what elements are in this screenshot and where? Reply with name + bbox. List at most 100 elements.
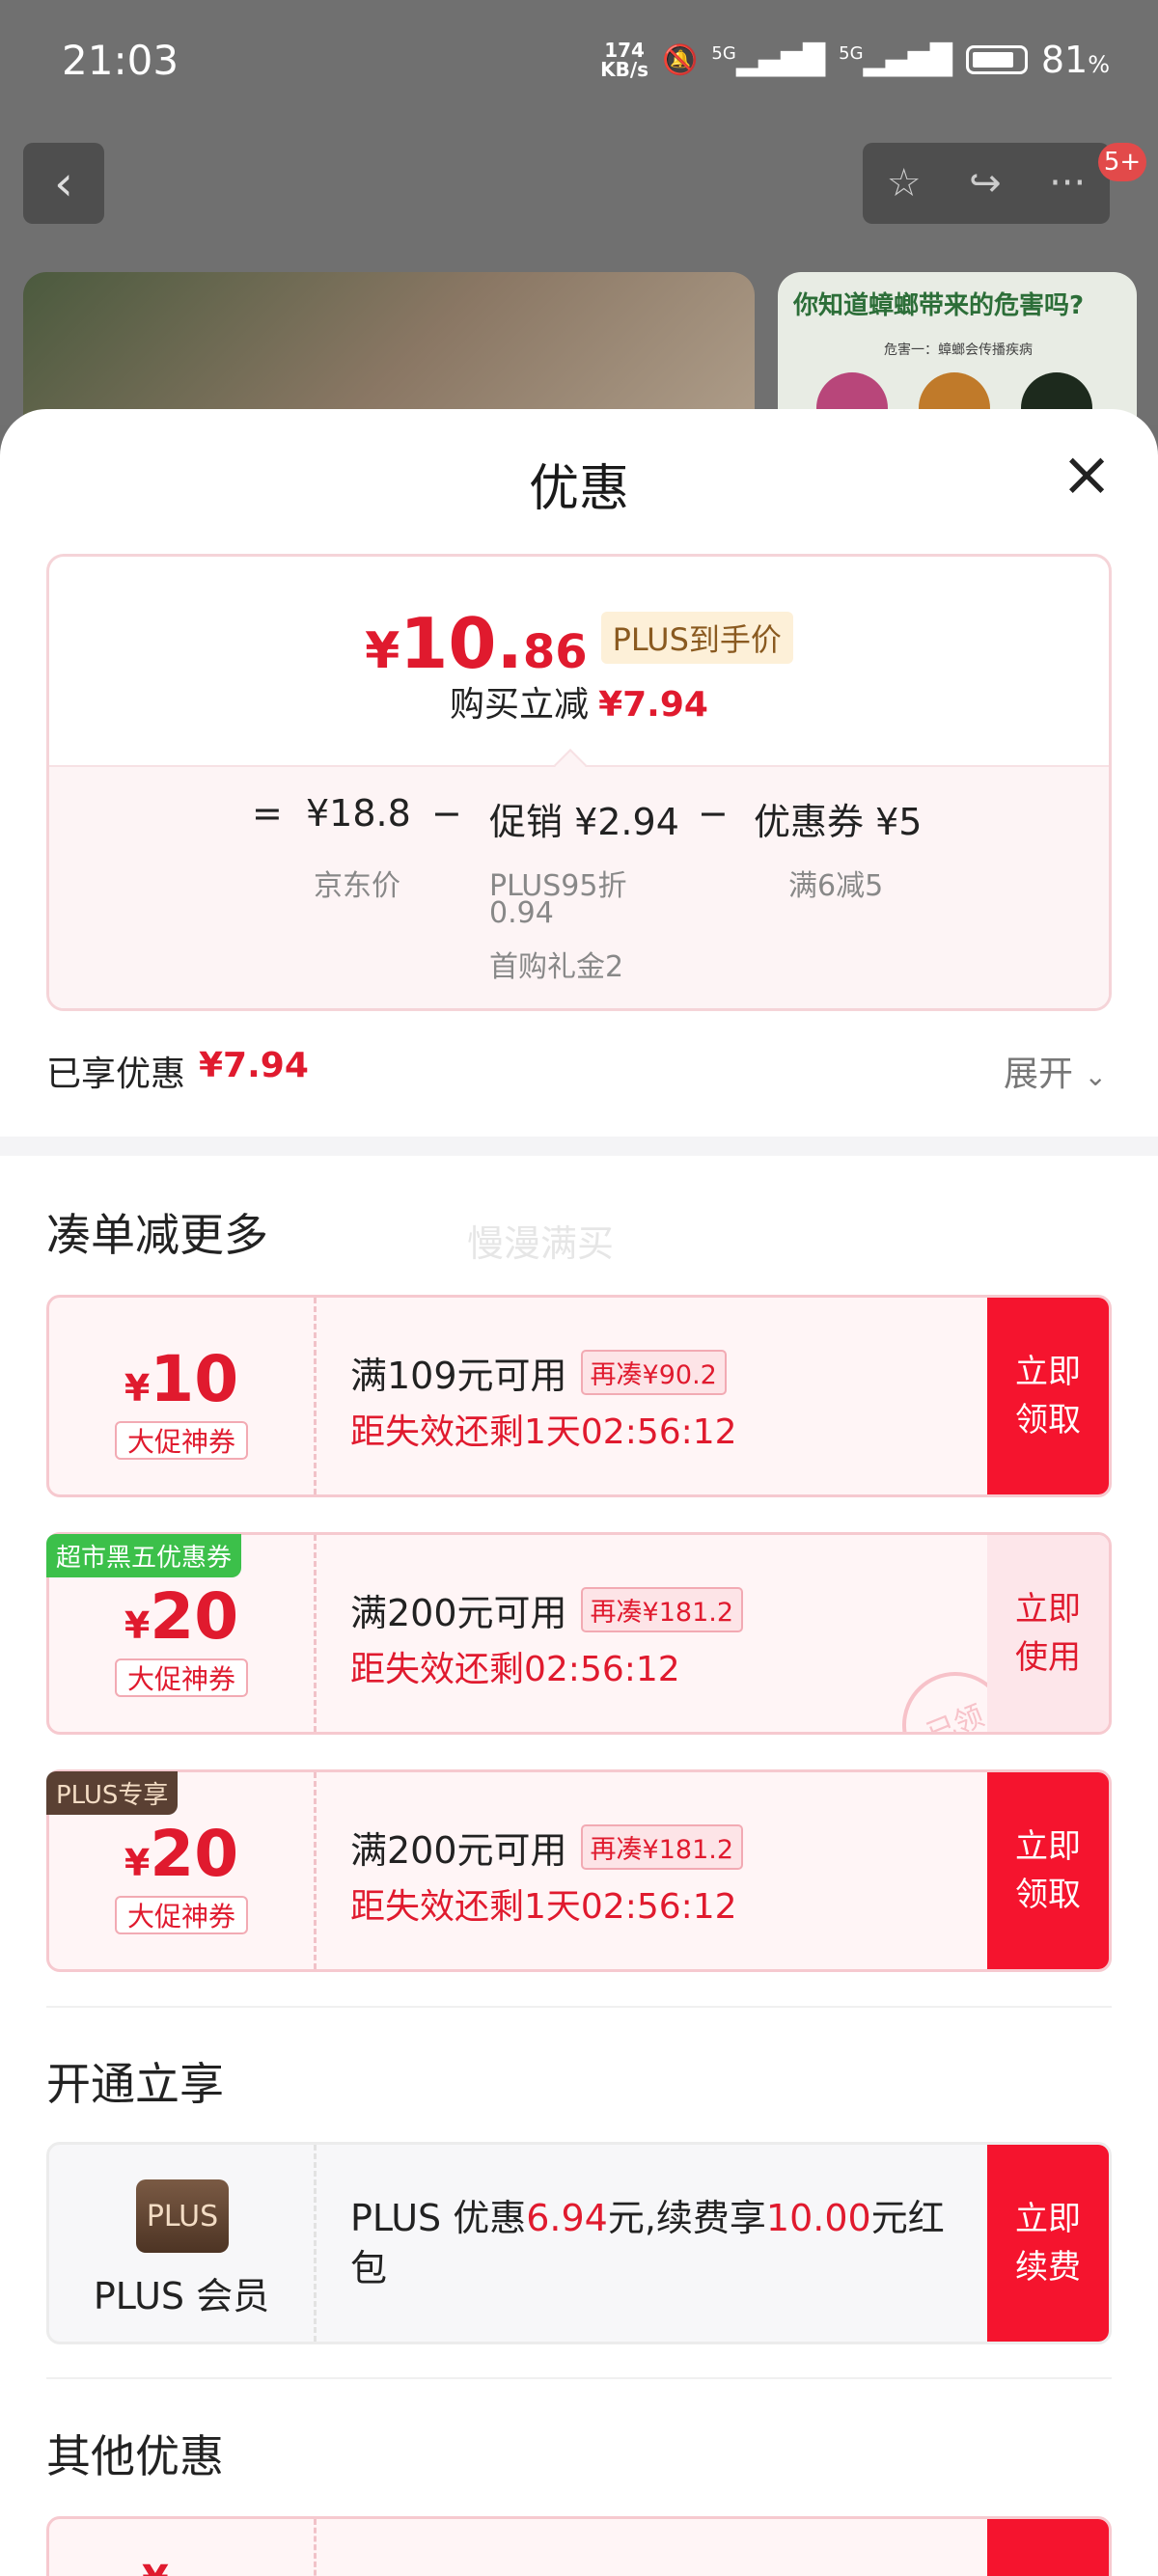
promo-subtitle: 危害一：蟑螂会传播疾病 (884, 343, 1033, 358)
plus-exclusive-tag: PLUS专享 (46, 1771, 179, 1815)
button-line-2: 领取 (1015, 1876, 1081, 1914)
signal-label-1: 5G (711, 42, 736, 64)
claim-coupon-button[interactable]: 立即 领取 (987, 1772, 1109, 1969)
close-icon: × (1061, 439, 1113, 510)
net-speed-value: 174 (604, 39, 645, 62)
coupon-condition: 满200元可用 再凑¥181.2 (350, 1821, 744, 1874)
claim-coupon-button[interactable]: 立即 领取 (987, 1298, 1109, 1494)
battery-value: 81 (1040, 39, 1089, 81)
button-line-1: 立即 (1015, 1827, 1081, 1866)
coupon-condition: 满109元可用 再凑¥90.2 (350, 1346, 727, 1399)
coupon-currency: ¥ (124, 1842, 151, 1884)
price-summary: ¥ 10. 86 PLUS到手价 购买立减 ¥7.94 = ¥18.8 京东价 −… (46, 554, 1112, 1011)
other-coupon-button[interactable] (987, 2519, 1109, 2576)
coupon-need-badge: 再凑¥90.2 (580, 1350, 727, 1395)
expand-toggle[interactable]: 展开 ⌄ (1004, 1046, 1107, 1096)
section-divider (0, 1137, 1158, 1156)
promo-amount: 促销 ¥2.94 (489, 801, 679, 843)
coupon-perforation (314, 1535, 317, 1732)
renew-plus-button[interactable]: 立即 续费 (987, 2145, 1109, 2342)
jd-price: ¥18.8 (306, 792, 411, 835)
divider-line (46, 2377, 1112, 2379)
battery-icon (965, 45, 1028, 74)
coupon-amount-value: ¥20 (49, 1817, 314, 1891)
reduce-label: 购买立减 (450, 685, 590, 725)
star-icon[interactable]: ☆ (887, 161, 922, 206)
reduce-value: ¥7.94 (598, 685, 708, 725)
coupon-amount-value: ¥10 (49, 1342, 314, 1416)
coupon-currency: ¥ (124, 1604, 151, 1647)
coupon-amount-value: ¥20 (49, 1579, 314, 1654)
signal-label-2: 5G (839, 42, 864, 64)
status-icons: 174 KB/s 🔕 5G▂▄▆█ 5G▂▄▆█ 81% (600, 39, 1110, 81)
use-coupon-button[interactable]: 立即 使用 (987, 1535, 1109, 1732)
discount-sheet: 优惠 × ¥ 10. 86 PLUS到手价 购买立减 ¥7.94 = ¥18.8 … (0, 409, 1158, 2576)
coupon-perforation (314, 2519, 317, 2576)
coupon-timer: 距失效还剩1天02:56:12 (350, 1887, 737, 1927)
plus-logo: PLUS (136, 2179, 229, 2253)
signal-5g-icon-2: 5G▂▄▆█ (839, 42, 952, 77)
enjoyed-value: ¥7.94 (199, 1046, 309, 1085)
supermarket-coupon-tag: 超市黑五优惠券 (46, 1534, 242, 1577)
coupon-type-tag: 大促神券 (115, 1421, 248, 1460)
promo-detail-2: 首购礼金2 (489, 950, 624, 984)
other-coupon-card: ¥ (46, 2516, 1112, 2576)
coupon-type-tag: 大促神券 (115, 1658, 248, 1697)
chevron-down-icon: ⌄ (1084, 1060, 1107, 1092)
section-title-other: 其他优惠 (46, 2430, 224, 2482)
promo-detail-1b: 0.94 (489, 896, 554, 930)
battery-unit: % (1088, 51, 1110, 78)
coupon-perforation (314, 1298, 317, 1494)
coupon-condition-text: 满200元可用 (350, 1829, 567, 1872)
coupon-condition-text: 满109元可用 (350, 1355, 567, 1397)
share-icon[interactable]: ↪ (969, 161, 1002, 206)
close-button[interactable]: × (1058, 444, 1116, 506)
other-coupon-currency: ¥ (142, 2558, 169, 2576)
final-price: ¥ 10. 86 PLUS到手价 (49, 603, 1109, 684)
coupon-need-badge: 再凑¥181.2 (580, 1587, 744, 1632)
button-line-2: 续费 (1015, 2248, 1081, 2287)
mute-icon: 🔕 (662, 42, 699, 77)
divider-line (46, 2006, 1112, 2008)
more-icon[interactable]: ··· (1049, 161, 1086, 206)
coupon-timer: 距失效还剩1天02:56:12 (350, 1412, 737, 1452)
plus-desc-part-1: PLUS 优惠 (350, 2197, 527, 2239)
battery-level: 81% (1041, 39, 1110, 81)
back-button[interactable]: ‹ (23, 143, 104, 224)
button-line-1: 立即 (1015, 1590, 1081, 1629)
sheet-title: 优惠 (528, 460, 629, 518)
coupon-detail: 满6减5 (788, 869, 884, 903)
enjoyed-label: 已享优惠 (46, 1055, 186, 1094)
coupon-number: 20 (150, 1817, 239, 1891)
minus-sign-2: − (698, 792, 729, 835)
signal-5g-icon-1: 5G▂▄▆█ (711, 42, 826, 77)
button-line-2: 使用 (1015, 1638, 1081, 1677)
plus-perforation (314, 2145, 317, 2342)
plus-redpacket-value: 10.00 (765, 2197, 871, 2239)
button-line-1: 立即 (1015, 2200, 1081, 2238)
coupon-condition-text: 满200元可用 (350, 1592, 567, 1634)
plus-renew-card: PLUS PLUS 会员 PLUS 优惠6.94元,续费享10.00元红包 立即… (46, 2142, 1112, 2344)
net-speed: 174 KB/s (600, 41, 648, 79)
promo-title: 你知道蟑螂带来的危害吗? (793, 291, 1085, 320)
message-badge: 5+ (1098, 143, 1146, 181)
coupon-card: ¥10 大促神券 满109元可用 再凑¥90.2 距失效还剩1天02:56:12 … (46, 1295, 1112, 1497)
reduce-row: 购买立减 ¥7.94 (49, 676, 1109, 726)
section-title-more: 凑单减更多 (46, 1209, 268, 1261)
expand-label: 展开 (1004, 1055, 1074, 1094)
coupon-number: 10 (150, 1342, 239, 1416)
price-currency: ¥ (365, 622, 400, 680)
equals-sign: = (252, 792, 283, 835)
plus-price-tag: PLUS到手价 (600, 612, 793, 664)
watermark-text: 慢漫满买 (467, 1222, 615, 1265)
coupon-need-badge: 再凑¥181.2 (580, 1824, 744, 1870)
coupon-card: ¥20 大促神券 满200元可用 再凑¥181.2 距失效还剩1天02:56:12… (46, 1769, 1112, 1972)
coupon-perforation (314, 1772, 317, 1969)
coupon-condition: 满200元可用 再凑¥181.2 (350, 1583, 744, 1636)
plus-discount-value: 6.94 (526, 2197, 608, 2239)
net-speed-unit: KB/s (600, 58, 649, 81)
minus-sign-1: − (431, 792, 462, 835)
status-time: 21:03 (62, 37, 179, 84)
status-bar: 21:03 174 KB/s 🔕 5G▂▄▆█ 5G▂▄▆█ 81% (0, 0, 1158, 125)
coupon-amount: 优惠券 ¥5 (754, 801, 923, 843)
